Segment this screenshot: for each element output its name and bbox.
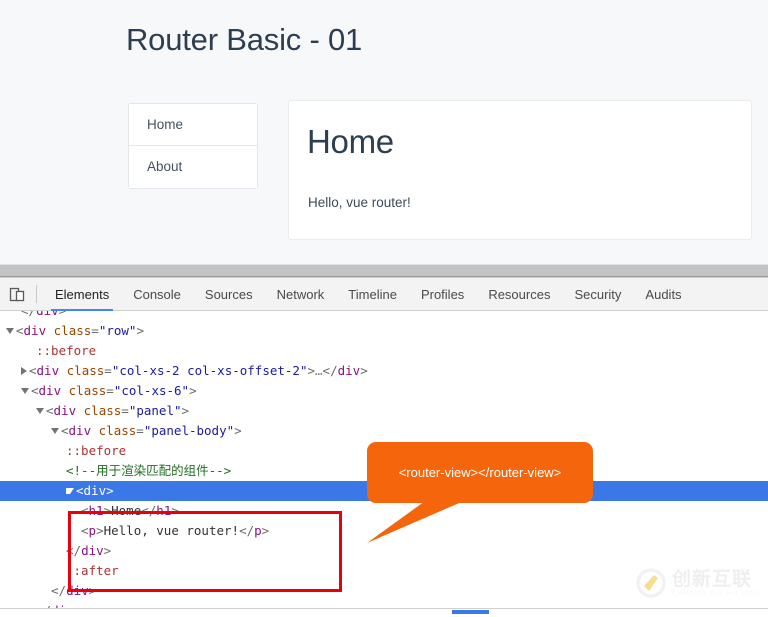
- annotation-callout-text: <router-view></router-view>: [398, 464, 562, 480]
- dom-row[interactable]: <p>Hello, vue router!</p>: [0, 521, 768, 541]
- dom-row[interactable]: <div class="panel">: [0, 401, 768, 421]
- tab-label: Sources: [204, 286, 253, 302]
- dom-row[interactable]: </div>: [0, 541, 768, 561]
- browser-page-viewport: Router Basic - 01 Home About Home Hello,…: [0, 0, 768, 264]
- toolbar-divider: [36, 285, 37, 303]
- tab-resources[interactable]: Resources: [476, 278, 562, 311]
- nav-item-about[interactable]: About: [129, 146, 257, 188]
- panel-paragraph: Hello, vue router!: [308, 195, 411, 210]
- dom-row[interactable]: ::after: [0, 561, 768, 581]
- dom-row[interactable]: <div class="col-xs-6">: [0, 381, 768, 401]
- devtools-panel: Elements Console Sources Network Timelin…: [0, 277, 768, 617]
- router-view-panel: Home Hello, vue router!: [288, 100, 752, 240]
- tab-label: Security: [574, 286, 622, 302]
- page-title: Router Basic - 01: [126, 22, 363, 57]
- nav-item-label: About: [147, 159, 183, 174]
- nav-item-label: Home: [147, 117, 184, 132]
- screenshot-root: Router Basic - 01 Home About Home Hello,…: [0, 0, 768, 617]
- dom-row[interactable]: ::before: [0, 341, 768, 361]
- tab-label: Profiles: [420, 286, 465, 302]
- dom-row[interactable]: <h1>Home</h1>: [0, 501, 768, 521]
- tab-timeline[interactable]: Timeline: [336, 278, 409, 311]
- tab-label: Elements: [55, 286, 110, 302]
- tab-sources[interactable]: Sources: [193, 278, 265, 311]
- dom-tree-hscrollbar-thumb[interactable]: [452, 610, 489, 614]
- disclosure-triangle-closed[interactable]: [21, 366, 27, 375]
- tab-network[interactable]: Network: [265, 278, 337, 311]
- tab-label: Console: [133, 286, 181, 302]
- dom-row[interactable]: <div class="col-xs-2 col-xs-offset-2">…<…: [0, 361, 768, 381]
- dom-row[interactable]: <div class="row">: [0, 321, 768, 341]
- device-toolbar-icon[interactable]: [0, 278, 34, 310]
- tab-label: Network: [276, 286, 325, 302]
- annotation-callout-bubble: <router-view></router-view>: [367, 442, 593, 503]
- tab-label: Timeline: [348, 286, 397, 302]
- dom-tree-hscrollbar-track[interactable]: [0, 608, 768, 617]
- dom-tree-view[interactable]: </div></div>::after</div><p>Hello, vue r…: [0, 311, 768, 617]
- devtools-toolbar: Elements Console Sources Network Timelin…: [0, 278, 768, 311]
- nav-list-group: Home About: [128, 103, 258, 189]
- dom-row[interactable]: </div>: [0, 311, 768, 321]
- devtools-tab-bar: Elements Console Sources Network Timelin…: [43, 278, 694, 311]
- tab-security[interactable]: Security: [562, 278, 633, 311]
- tab-label: Audits: [645, 286, 682, 302]
- tab-elements[interactable]: Elements: [43, 278, 121, 311]
- disclosure-triangle-open[interactable]: [66, 487, 74, 494]
- tab-label: Resources: [488, 286, 551, 302]
- tab-profiles[interactable]: Profiles: [409, 278, 476, 311]
- nav-item-home[interactable]: Home: [129, 104, 257, 146]
- disclosure-triangle-open[interactable]: [51, 427, 59, 434]
- dom-row[interactable]: <div class="panel-body">: [0, 421, 768, 441]
- disclosure-triangle-open[interactable]: [6, 327, 14, 334]
- panel-heading: Home: [307, 123, 394, 160]
- tab-audits[interactable]: Audits: [633, 278, 693, 311]
- tab-console[interactable]: Console: [121, 278, 193, 311]
- devtools-resize-splitter[interactable]: [0, 264, 768, 277]
- disclosure-triangle-open[interactable]: [21, 387, 29, 394]
- disclosure-triangle-open[interactable]: [36, 407, 44, 414]
- dom-row[interactable]: </div>: [0, 581, 768, 601]
